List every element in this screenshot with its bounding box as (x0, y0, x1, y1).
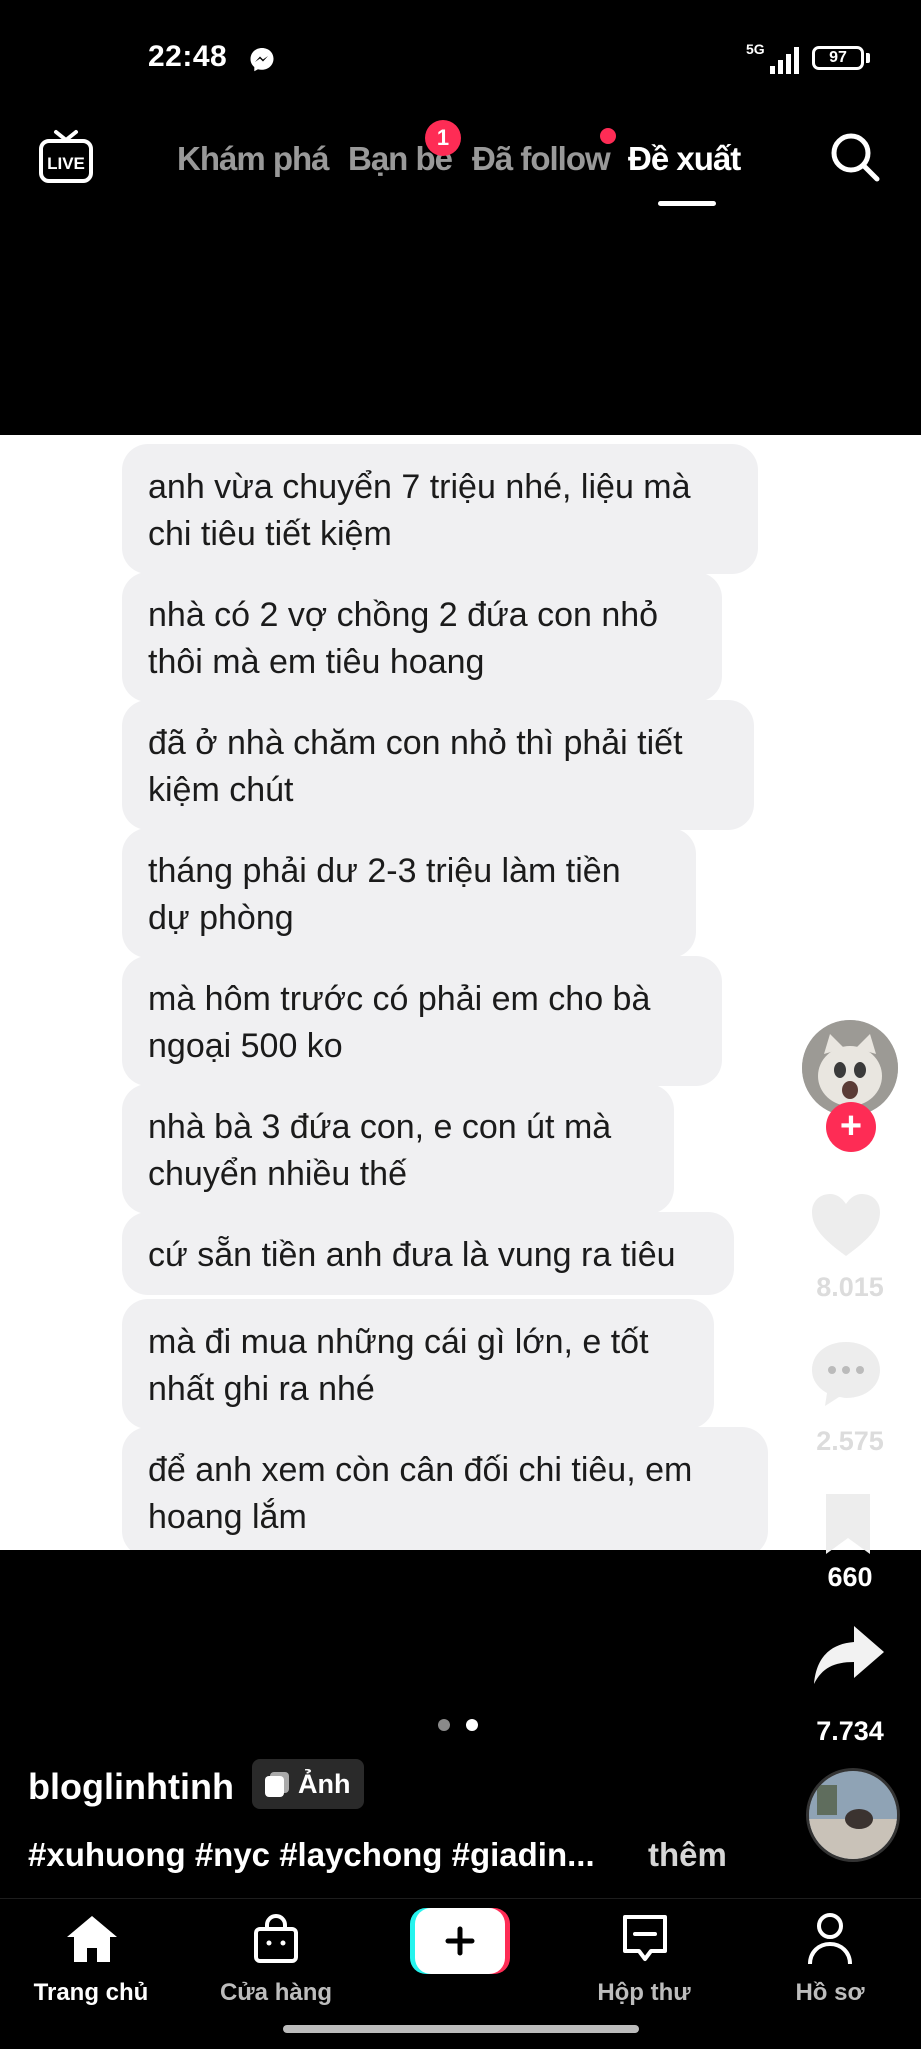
notification-badge: 1 (425, 120, 461, 156)
create-post-button[interactable] (410, 1908, 510, 1974)
chat-bubble: mà đi mua những cái gì lớn, e tốt nhất g… (122, 1299, 714, 1429)
search-icon[interactable] (828, 130, 882, 184)
inbox-icon (623, 1915, 667, 1961)
like-count: 8.015 (816, 1272, 884, 1302)
home-icon (67, 1916, 117, 1962)
home-indicator (283, 2025, 639, 2033)
comment-icon[interactable] (808, 1338, 884, 1410)
nav-profile-label: Hồ sơ (795, 1979, 865, 2006)
bookmark-icon[interactable] (820, 1488, 876, 1558)
see-more-link[interactable]: thêm (648, 1836, 727, 1874)
chat-bubble: nhà bà 3 đứa con, e con út mà chuyển nhi… (122, 1084, 674, 1214)
caption-hashtags[interactable]: #xuhuong #nyc #laychong #giadin... (28, 1836, 595, 1874)
photo-mode-badge[interactable]: Ảnh (252, 1759, 365, 1809)
carousel-dot-active (466, 1719, 478, 1731)
chat-bubble: anh vừa chuyển 7 triệu nhé, liệu mà chi … (122, 444, 758, 574)
nav-inbox-label: Hộp thư (597, 1979, 691, 2006)
chat-bubble: cứ sẵn tiền anh đưa là vung ra tiêu (122, 1212, 734, 1295)
comment-count: 2.575 (816, 1426, 884, 1456)
chat-bubble: đã ở nhà chăm con nhỏ thì phải tiết kiệm… (122, 700, 754, 830)
profile-icon (808, 1913, 852, 1965)
tab-following[interactable]: Đã follow (472, 140, 611, 178)
tab-explore[interactable]: Khám phá (177, 140, 330, 178)
nav-shop-label: Cửa hàng (219, 1979, 333, 2006)
carousel-indicator (438, 1718, 494, 1736)
svg-text:LIVE: LIVE (47, 154, 85, 173)
creator-username[interactable]: bloglinhtinh (28, 1766, 234, 1808)
heart-icon[interactable] (808, 1190, 884, 1260)
carousel-dot (438, 1719, 450, 1731)
chat-bubble: nhà có 2 vợ chồng 2 đứa con nhỏ thôi mà … (122, 572, 722, 702)
status-time: 22:48 (148, 40, 228, 73)
follow-plus-button[interactable]: + (826, 1102, 876, 1152)
active-tab-indicator (658, 201, 716, 206)
photo-mode-label: Ảnh (298, 1768, 351, 1799)
share-count: 7.734 (816, 1716, 884, 1746)
battery-tip (866, 53, 870, 63)
chat-bubble: mà hôm trước có phải em cho bà ngoại 500… (122, 956, 722, 1086)
network-type-label: 5G (746, 41, 765, 57)
save-count: 660 (827, 1562, 873, 1592)
post-photo[interactable]: anh vừa chuyển 7 triệu nhé, liệu mà chi … (0, 435, 921, 1550)
shopping-bag-icon (254, 1914, 298, 1963)
music-disc[interactable] (806, 1768, 900, 1862)
share-icon[interactable] (812, 1622, 886, 1688)
battery-icon: 97 (812, 46, 864, 70)
new-content-dot (600, 128, 616, 144)
signal-strength-icon (770, 47, 799, 74)
messenger-icon (250, 48, 274, 72)
chat-bubble: để anh xem còn cân đối chi tiêu, em hoan… (122, 1427, 768, 1550)
live-tv-icon[interactable]: LIVE (38, 128, 94, 186)
photo-stack-icon (265, 1772, 289, 1797)
chat-bubble: tháng phải dư 2-3 triệu làm tiền dự phòn… (122, 828, 696, 958)
music-disc-image (809, 1771, 897, 1859)
nav-home-label: Trang chủ (33, 1979, 149, 2006)
tab-for-you[interactable]: Đề xuất (628, 140, 741, 178)
